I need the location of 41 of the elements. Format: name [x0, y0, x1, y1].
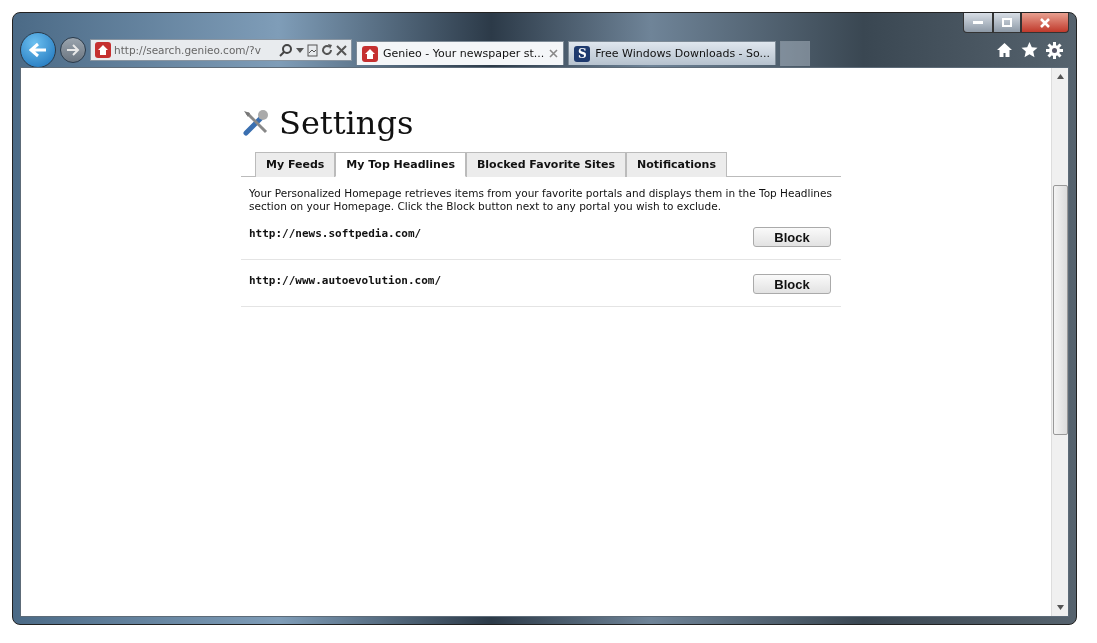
forward-arrow-icon [66, 44, 80, 56]
page-title: Settings [279, 104, 414, 142]
dropdown-caret-icon[interactable] [296, 47, 304, 53]
back-arrow-icon [29, 42, 47, 58]
home-favicon-icon [95, 42, 111, 58]
browser-tab[interactable]: S Free Windows Downloads - So... [568, 41, 777, 65]
address-bar[interactable]: http://search.genieo.com/?v [90, 39, 352, 61]
settings-tab[interactable]: My Feeds [255, 152, 336, 177]
site-favicon-icon: S [574, 45, 591, 62]
scrollbar-thumb[interactable] [1052, 185, 1068, 435]
minimize-button[interactable] [963, 13, 993, 33]
browser-tab[interactable]: Genieo - Your newspaper st... [356, 41, 565, 65]
settings-tab[interactable]: Blocked Favorite Sites [465, 152, 627, 177]
scrollbar[interactable] [1051, 68, 1068, 616]
close-button[interactable] [1021, 13, 1069, 33]
refresh-icon[interactable] [321, 44, 333, 56]
star-icon[interactable] [1021, 41, 1038, 58]
tools-icon [241, 108, 271, 138]
stop-icon[interactable] [336, 44, 347, 56]
back-button[interactable] [20, 32, 56, 68]
close-icon [1039, 17, 1051, 28]
settings-tab[interactable]: My Top Headlines [335, 152, 466, 177]
compatibility-view-icon[interactable] [307, 43, 318, 57]
block-button[interactable]: Block [753, 274, 831, 294]
block-button[interactable]: Block [753, 227, 831, 247]
minimize-icon [973, 21, 983, 24]
close-tab-icon[interactable] [549, 49, 559, 58]
maximize-button[interactable] [993, 13, 1021, 33]
maximize-icon [1002, 18, 1012, 27]
settings-tab[interactable]: Notifications [626, 152, 727, 177]
description-text: Your Personalized Homepage retrieves items from your favorite portals and displays them in the Top Headlines section on your Homepage. Click the Block button next to any portal you wish to exclude. [249, 187, 833, 213]
forward-button[interactable] [60, 37, 86, 63]
portal-url: http://www.autoevolution.com/ [249, 274, 442, 287]
scroll-down-icon[interactable] [1056, 605, 1064, 610]
address-text: http://search.genieo.com/?v [114, 44, 262, 56]
home-icon[interactable] [996, 41, 1013, 58]
search-icon[interactable] [279, 43, 293, 57]
portal-url: http://news.softpedia.com/ [249, 227, 422, 240]
home-favicon-icon [362, 45, 378, 62]
settings-icon[interactable] [1046, 41, 1063, 59]
scroll-up-icon[interactable] [1056, 74, 1064, 79]
